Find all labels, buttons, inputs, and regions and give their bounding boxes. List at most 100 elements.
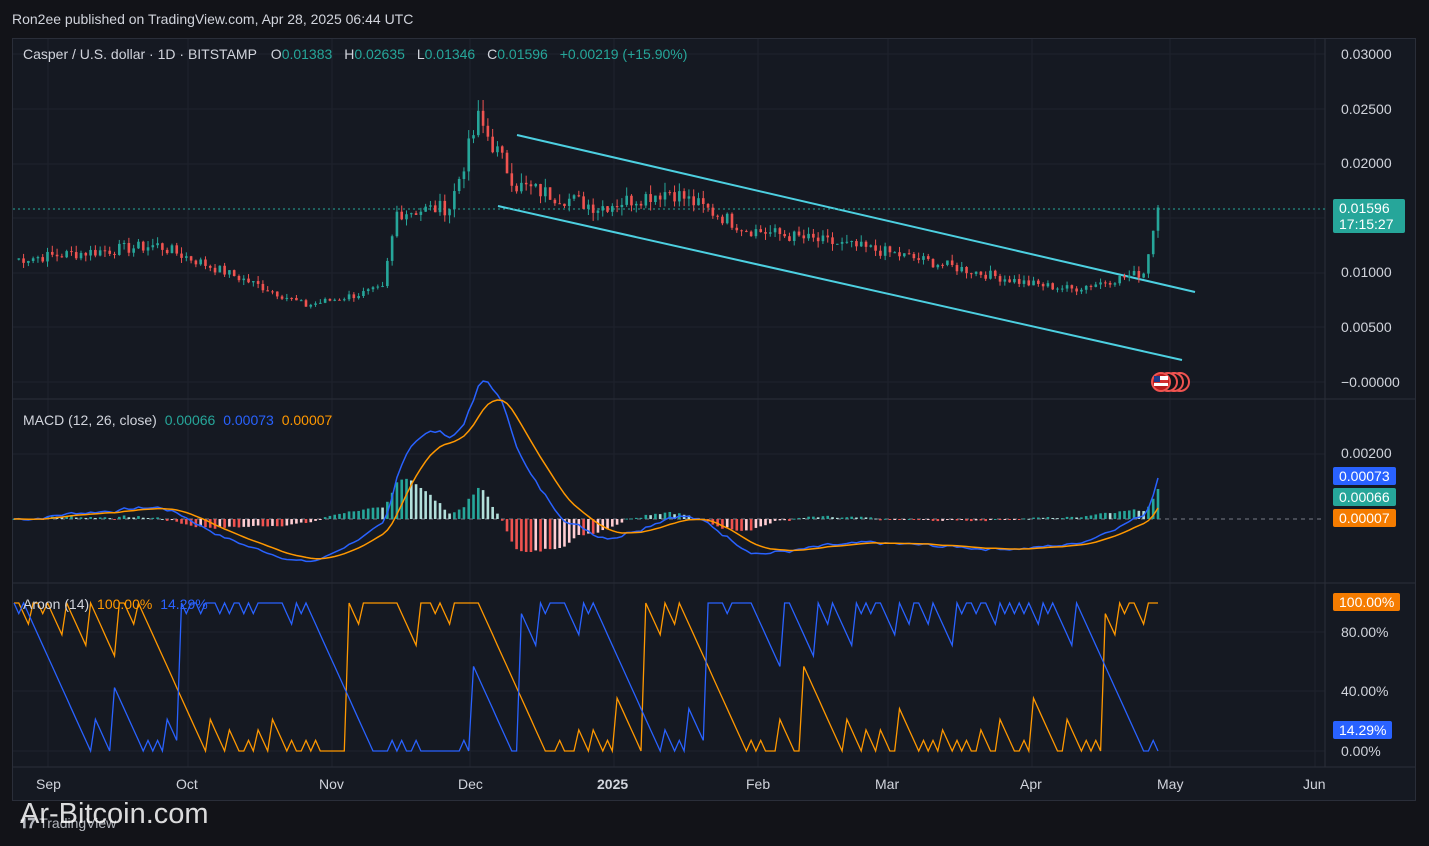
aroon-legend[interactable]: Aroon (14) 100.00% 14.29%: [23, 596, 212, 612]
macd-hist-bar: [778, 519, 782, 521]
macd-hist-bar: [443, 509, 447, 519]
candle-body: [601, 206, 605, 211]
macd-hist-bar: [634, 517, 638, 519]
macd-hist-bar: [663, 512, 667, 519]
macd-hist-bar: [835, 517, 839, 519]
candle-body: [204, 259, 207, 266]
macd-hist-bar: [146, 518, 150, 520]
event-flag-icon[interactable]: [1151, 372, 1190, 392]
candle-body: [141, 241, 145, 251]
candle-body: [74, 252, 78, 259]
candle-body: [974, 271, 978, 274]
candle-body: [180, 253, 183, 258]
macd-hist-bar: [955, 519, 959, 521]
candle-body: [840, 242, 844, 244]
aroon-down-value: 14.29%: [160, 596, 208, 612]
macd-hist-bar: [314, 519, 317, 521]
high-label: H: [344, 46, 355, 62]
macd-hist-bar: [342, 513, 346, 519]
candle-body: [577, 195, 581, 197]
last-price-value: 0.01596: [1339, 200, 1390, 216]
candle-body: [879, 250, 882, 256]
symbol-title[interactable]: Casper / U.S. dollar · 1D · BITSTAMP: [23, 46, 257, 62]
candle-body: [855, 241, 858, 247]
time-axis-label: Feb: [746, 776, 771, 792]
candle-body: [745, 230, 748, 232]
open-label: O: [270, 46, 282, 62]
macd-hist-bar: [639, 517, 643, 519]
candle-body: [749, 231, 753, 237]
candle-body: [22, 258, 25, 263]
macd-hist-bar: [658, 514, 662, 519]
candle-body: [903, 253, 906, 257]
price-axis-label: 0.00500: [1341, 319, 1392, 335]
macd-hist-bar: [960, 519, 964, 520]
macd-hist-bar: [84, 517, 88, 519]
candle-body: [950, 260, 954, 266]
macd-hist-bar: [338, 513, 341, 519]
macd-hist-bar: [1070, 516, 1074, 519]
candle-body: [486, 125, 490, 137]
aroon-up-value: 100.00%: [97, 596, 153, 612]
macd-hist-bar: [304, 519, 308, 523]
candle-body: [27, 260, 30, 263]
candle-body: [639, 203, 643, 206]
candle-body: [443, 200, 447, 216]
time-axis-label: 2025: [597, 776, 629, 792]
symbol-legend[interactable]: Casper / U.S. dollar · 1D · BITSTAMP O 0.…: [23, 46, 691, 62]
macd-hist-bar: [874, 518, 877, 520]
macd-hist-bar: [548, 519, 552, 550]
aroon-down-tag: 14.29%: [1333, 721, 1393, 739]
macd-legend[interactable]: MACD (12, 26, close) 0.00066 0.00073 0.0…: [23, 412, 336, 428]
candle-body: [472, 135, 475, 139]
candle-body: [132, 248, 135, 253]
candle-body: [165, 249, 169, 254]
candle-body: [256, 281, 260, 284]
channel-upper-line[interactable]: [516, 134, 1196, 293]
macd-hist-bar: [735, 519, 739, 531]
candle-body: [515, 185, 518, 192]
macd-title[interactable]: MACD (12, 26, close): [23, 412, 157, 428]
candle-body: [783, 234, 786, 237]
macd-hist-bar: [520, 519, 523, 552]
candle-body: [663, 192, 667, 200]
candle-body: [381, 286, 384, 288]
candle-body: [831, 237, 834, 245]
channel-lower-line[interactable]: [497, 205, 1183, 361]
macd-hist-bar: [237, 519, 241, 528]
candle-body: [108, 250, 112, 254]
aroon-title[interactable]: Aroon (14): [23, 596, 89, 612]
candle-body: [644, 194, 648, 206]
macd-hist-bar: [840, 517, 844, 519]
macd-hist-bar: [376, 507, 380, 519]
candle-body: [266, 290, 269, 292]
macd-hist-bar: [156, 517, 159, 519]
high-value: 0.02635: [354, 46, 405, 62]
candle-body: [170, 245, 174, 254]
candle-body: [55, 254, 59, 257]
macd-hist-bar: [931, 519, 935, 521]
macd-hist-bar: [1080, 517, 1083, 519]
candle-body: [922, 256, 925, 260]
macd-hist-bar: [108, 518, 112, 520]
macd-hist-value: 0.00066: [164, 412, 216, 428]
candle-body: [960, 266, 964, 272]
macd-hist-bar: [788, 519, 791, 521]
candle-body: [477, 110, 480, 136]
candle-body: [1142, 273, 1145, 278]
macd-hist-bar: [89, 517, 92, 519]
macd-hist-bar: [907, 518, 911, 520]
candle-body: [362, 291, 365, 297]
macd-hist-bar: [94, 517, 97, 519]
candle-body: [931, 258, 935, 268]
candle-body: [955, 265, 959, 272]
macd-hist-bar: [1022, 518, 1026, 520]
macd-line: [13, 380, 1159, 563]
candle-body: [606, 206, 609, 212]
candle-body: [984, 274, 987, 279]
candle-body: [338, 299, 341, 301]
candle-body: [759, 229, 763, 233]
macd-hist-bar: [826, 515, 830, 519]
candle-body: [1089, 285, 1093, 287]
macd-hist-bar: [764, 519, 767, 526]
